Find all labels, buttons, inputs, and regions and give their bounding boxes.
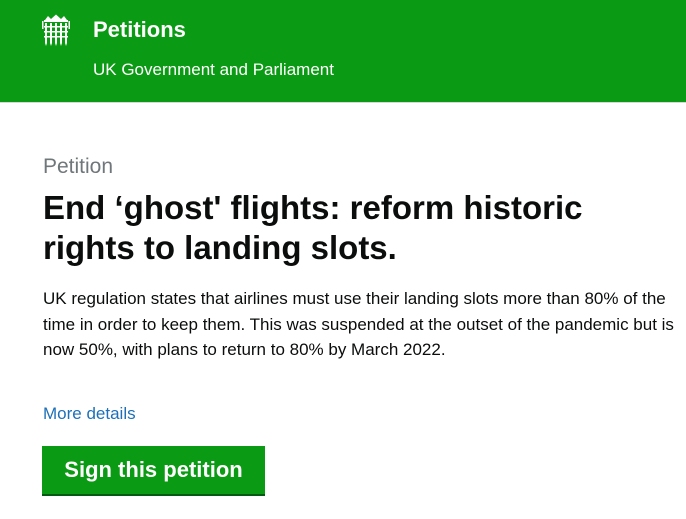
sign-petition-button[interactable]: Sign this petition: [42, 446, 265, 494]
site-header: Petitions UK Government and Parliament: [0, 0, 686, 102]
site-subtitle: UK Government and Parliament: [93, 60, 334, 79]
petition-title: End ‘ghost' flights: reform historic rig…: [43, 189, 583, 266]
site-title-link[interactable]: Petitions: [93, 16, 186, 44]
page-caption: Petition: [43, 155, 114, 178]
portcullis-icon[interactable]: [41, 14, 71, 46]
header-divider: [0, 102, 686, 103]
more-details-link[interactable]: More details: [43, 402, 136, 426]
petition-summary: UK regulation states that airlines must …: [43, 289, 674, 359]
